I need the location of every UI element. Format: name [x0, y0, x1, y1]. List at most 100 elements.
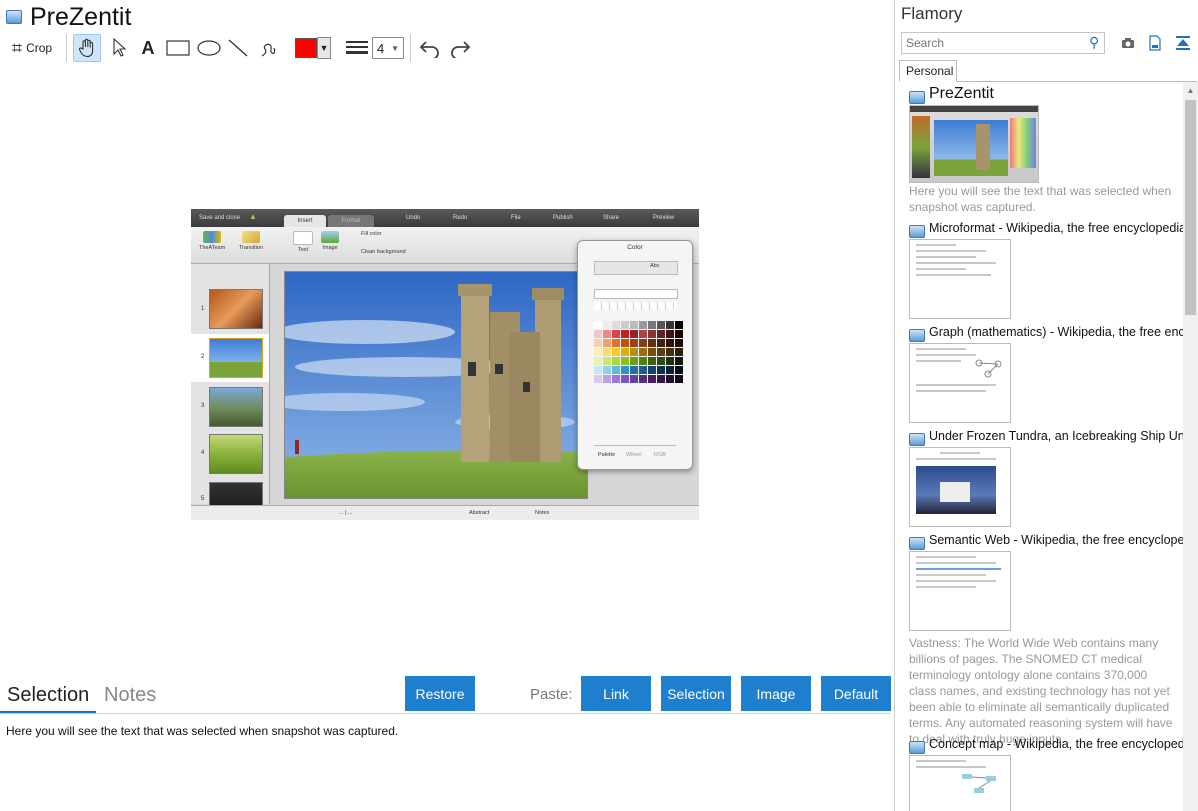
page-icon — [909, 537, 925, 550]
chevron-down-icon[interactable]: ▼ — [317, 37, 331, 59]
palette-swatch — [621, 348, 629, 356]
palette-swatch — [666, 330, 674, 338]
list-item-title: Under Frozen Tundra, an Icebreaking Ship… — [929, 429, 1183, 443]
select-tool-button[interactable] — [107, 34, 131, 62]
palette-swatch — [657, 339, 665, 347]
list-item-description: Vastness: The World Wide Web contains ma… — [909, 636, 1173, 746]
line-tool-button[interactable] — [226, 34, 250, 62]
snapshot-file: File — [511, 215, 521, 221]
palette-swatch — [612, 375, 620, 383]
palette-swatch — [630, 375, 638, 383]
list-item-thumbnail — [909, 343, 1011, 423]
selection-text[interactable]: Here you will see the text that was sele… — [6, 724, 398, 738]
ellipse-tool-button[interactable] — [196, 34, 222, 62]
palette-swatch — [657, 321, 665, 329]
restore-button[interactable]: Restore — [405, 676, 475, 711]
snapshot-fill-color: Fill color — [361, 231, 382, 237]
snapshot-slide-number: 4 — [201, 450, 205, 456]
camera-icon[interactable] — [1119, 34, 1137, 52]
list-item[interactable]: Microformat - Wikipedia, the free encycl… — [909, 221, 1183, 321]
snapshot-slide-number: 2 — [201, 354, 205, 360]
palette-swatch — [630, 348, 638, 356]
page-icon — [909, 225, 925, 238]
palette-swatch — [612, 339, 620, 347]
snapshot-slide-number: 1 — [201, 306, 205, 312]
search-icon[interactable]: ⚲ — [1089, 34, 1099, 51]
search-input[interactable] — [901, 32, 1105, 54]
paste-link-button[interactable]: Link — [581, 676, 651, 711]
chevron-down-icon: ▼ — [391, 43, 399, 53]
palette-swatch — [603, 321, 611, 329]
list-item-thumbnail — [909, 239, 1011, 319]
palette-swatch — [657, 366, 665, 374]
palette-swatch — [594, 348, 602, 356]
paste-image-button[interactable]: Image — [741, 676, 811, 711]
text-tool-button[interactable]: A — [137, 34, 159, 62]
freehand-tool-button[interactable] — [256, 34, 280, 62]
palette-swatch — [675, 348, 683, 356]
palette-swatch — [639, 357, 647, 365]
page-icon — [909, 329, 925, 342]
palette-swatch — [666, 321, 674, 329]
snapshot-slide-number: 5 — [201, 496, 205, 502]
snapshot-text: Text — [293, 231, 313, 253]
text-tool-icon: A — [141, 37, 155, 58]
crop-button[interactable]: ⌗ Crop — [6, 34, 58, 62]
snapshot-image-btn: Image — [321, 231, 339, 251]
scroll-up-icon[interactable]: ▲ — [1183, 82, 1198, 98]
toolbar: ⌗ Crop A ▼ 4 ▼ — [0, 32, 895, 64]
palette-swatch — [657, 330, 665, 338]
snapshot-slide-list: 1 2 3 4 5 — [191, 264, 270, 520]
snapshot-theateam: TheATeam — [199, 231, 225, 251]
palette-swatch — [603, 348, 611, 356]
rectangle-tool-button[interactable] — [165, 34, 191, 62]
palette-swatch — [648, 330, 656, 338]
list-item[interactable]: Concept map - Wikipedia, the free encycl… — [909, 737, 1183, 811]
line-width-value: 4 — [377, 40, 385, 56]
snapshot-palette-tab: Palette — [598, 452, 616, 458]
line-icon — [228, 39, 248, 57]
paste-default-button[interactable]: Default — [821, 676, 891, 711]
palette-swatch — [594, 366, 602, 374]
palette-swatch — [639, 321, 647, 329]
snapshot-transition: Transition — [239, 231, 263, 251]
list-item-title: Graph (mathematics) - Wikipedia, the fre… — [929, 325, 1183, 339]
scrollbar-thumb[interactable] — [1185, 100, 1196, 315]
crop-label: Crop — [26, 41, 53, 55]
palette-swatch — [594, 357, 602, 365]
palette-swatch — [603, 375, 611, 383]
flamory-sidebar: Flamory ⚲ Personal PreZentit — [895, 0, 1198, 811]
toolbar-divider — [410, 34, 411, 62]
line-width-select[interactable]: 4 ▼ — [372, 34, 404, 62]
list-item[interactable]: Graph (mathematics) - Wikipedia, the fre… — [909, 325, 1183, 425]
palette-swatch — [675, 375, 683, 383]
palette-swatch — [612, 330, 620, 338]
tab-personal[interactable]: Personal — [899, 60, 957, 82]
line-style-icon — [346, 41, 368, 54]
tab-selection[interactable]: Selection — [7, 684, 89, 707]
collapse-icon[interactable] — [1174, 34, 1192, 52]
undo-button[interactable] — [417, 34, 443, 62]
palette-swatch — [603, 357, 611, 365]
document-icon[interactable] — [1146, 34, 1164, 52]
list-item[interactable]: PreZentit Here you will see the text tha… — [909, 85, 1183, 217]
color-picker[interactable]: ▼ — [293, 34, 333, 62]
list-item-title: Concept map - Wikipedia, the free encycl… — [929, 737, 1183, 751]
palette-swatch — [630, 339, 638, 347]
main-pane: PreZentit ⌗ Crop A ▼ 4 ▼ Save and close … — [0, 0, 895, 811]
palette-swatch — [612, 366, 620, 374]
hand-tool-button[interactable] — [73, 34, 101, 62]
snapshot-main-slide — [284, 271, 588, 499]
snapshot-list: PreZentit Here you will see the text tha… — [895, 82, 1183, 811]
redo-button[interactable] — [447, 34, 473, 62]
list-item[interactable]: Semantic Web - Wikipedia, the free encyc… — [909, 533, 1183, 746]
palette-swatch — [621, 375, 629, 383]
tab-notes[interactable]: Notes — [104, 684, 156, 707]
snapshot-bottom-bar: ... | ... Abstract Notes — [191, 505, 699, 520]
app-window: PreZentit ⌗ Crop A ▼ 4 ▼ Save and close … — [0, 0, 1198, 811]
line-style-button[interactable] — [344, 34, 370, 62]
palette-swatch — [639, 330, 647, 338]
list-item[interactable]: Under Frozen Tundra, an Icebreaking Ship… — [909, 429, 1183, 529]
palette-swatch — [621, 357, 629, 365]
paste-selection-button[interactable]: Selection — [661, 676, 731, 711]
